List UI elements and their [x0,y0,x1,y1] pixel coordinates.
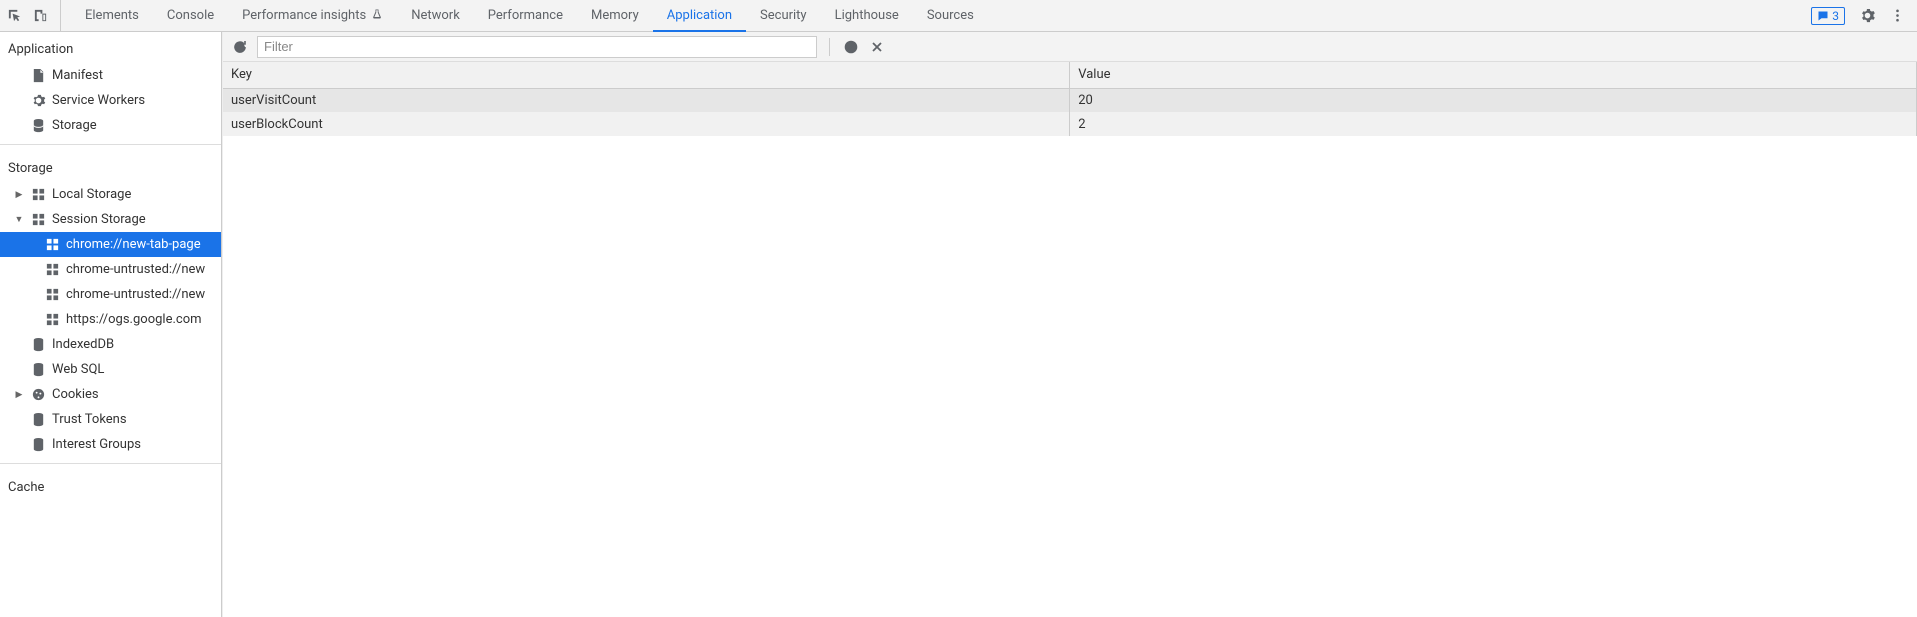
sidebar-item-trust-tokens[interactable]: Trust Tokens [0,407,221,432]
tab-performance-insights-label: Performance insights [242,8,366,23]
storage-table: Key Value userVisitCount 20 userBlockCou… [223,62,1917,136]
origin-2-label: chrome-untrusted://new [66,287,205,302]
local-storage-label: Local Storage [52,187,131,202]
trust-tokens-label: Trust Tokens [52,412,127,427]
tab-performance-insights[interactable]: Performance insights [228,0,397,31]
origin-0-label: chrome://new-tab-page [66,237,201,252]
clear-all-icon[interactable] [842,38,860,56]
grid-icon [44,237,60,253]
table-row[interactable]: userVisitCount 20 [223,88,1917,112]
col-header-key[interactable]: Key [223,62,1070,88]
sidebar-item-origin-0[interactable]: chrome://new-tab-page [0,232,221,257]
delete-selected-icon[interactable] [868,38,886,56]
websql-label: Web SQL [52,362,104,377]
filter-input[interactable] [257,36,817,58]
sidebar-item-origin-2[interactable]: chrome-untrusted://new [0,282,221,307]
gear-icon [30,93,46,109]
devtools-top-bar: Elements Console Performance insights Ne… [0,0,1917,32]
sidebar-item-interest-groups[interactable]: Interest Groups [0,432,221,457]
grid-icon [30,187,46,203]
top-left-icons [6,0,61,31]
tab-sources[interactable]: Sources [913,0,988,31]
database-icon [30,412,46,428]
sidebar-item-indexeddb[interactable]: IndexedDB [0,332,221,357]
origin-1-label: chrome-untrusted://new [66,262,205,277]
interest-groups-label: Interest Groups [52,437,141,452]
content-toolbar [223,32,1917,62]
tab-network[interactable]: Network [397,0,474,31]
settings-icon[interactable] [1859,8,1875,24]
database-icon [30,362,46,378]
col-header-value[interactable]: Value [1070,62,1917,88]
more-icon[interactable] [1889,8,1905,24]
cell-value: 20 [1070,88,1917,112]
expand-arrow-icon[interactable]: ▶ [14,190,24,200]
messages-count: 3 [1832,9,1839,23]
origin-3-label: https://ogs.google.com [66,312,202,327]
inspect-icon[interactable] [6,8,22,24]
grid-icon [44,262,60,278]
table-row[interactable]: userBlockCount 2 [223,112,1917,136]
tab-memory[interactable]: Memory [577,0,653,31]
storage-content: Key Value userVisitCount 20 userBlockCou… [222,32,1917,617]
grid-icon [30,212,46,228]
sidebar-item-cookies[interactable]: ▶ Cookies [0,382,221,407]
main-area: Application Manifest Service Workers Sto… [0,32,1917,617]
file-icon [30,68,46,84]
table-header-row: Key Value [223,62,1917,88]
messages-badge[interactable]: 3 [1811,7,1845,25]
toolbar-divider [829,38,830,56]
section-storage-title: Storage [0,151,221,182]
tab-lighthouse[interactable]: Lighthouse [821,0,913,31]
sidebar-item-session-storage[interactable]: ▼ Session Storage [0,207,221,232]
section-application-title: Application [0,32,221,63]
cookies-label: Cookies [52,387,99,402]
database-icon [30,118,46,134]
database-icon [30,337,46,353]
session-storage-label: Session Storage [52,212,146,227]
sidebar-item-manifest[interactable]: Manifest [0,63,221,88]
cell-key: userBlockCount [223,112,1070,136]
sidebar-item-storage[interactable]: Storage [0,113,221,138]
sidebar-divider [0,463,221,464]
grid-icon [44,287,60,303]
panel-tabs: Elements Console Performance insights Ne… [71,0,988,31]
tab-application[interactable]: Application [653,0,746,31]
top-right-icons: 3 [1811,7,1911,25]
service-workers-label: Service Workers [52,93,145,108]
beaker-icon [371,8,383,24]
cookie-icon [30,387,46,403]
application-sidebar: Application Manifest Service Workers Sto… [0,32,222,617]
tab-performance[interactable]: Performance [474,0,577,31]
sidebar-item-local-storage[interactable]: ▶ Local Storage [0,182,221,207]
expand-arrow-icon[interactable]: ▶ [14,390,24,400]
indexeddb-label: IndexedDB [52,337,114,352]
device-toggle-icon[interactable] [32,8,48,24]
collapse-arrow-icon[interactable]: ▼ [14,214,24,225]
cell-key: userVisitCount [223,88,1070,112]
sidebar-item-origin-1[interactable]: chrome-untrusted://new [0,257,221,282]
grid-icon [44,312,60,328]
refresh-icon[interactable] [231,38,249,56]
sidebar-item-service-workers[interactable]: Service Workers [0,88,221,113]
cell-value: 2 [1070,112,1917,136]
storage-label: Storage [52,118,97,133]
manifest-label: Manifest [52,68,103,83]
tab-security[interactable]: Security [746,0,821,31]
database-icon [30,437,46,453]
sidebar-item-origin-3[interactable]: https://ogs.google.com [0,307,221,332]
section-cache-title: Cache [0,470,221,501]
tab-elements[interactable]: Elements [71,0,153,31]
tab-console[interactable]: Console [153,0,228,31]
sidebar-item-websql[interactable]: Web SQL [0,357,221,382]
sidebar-divider [0,144,221,145]
